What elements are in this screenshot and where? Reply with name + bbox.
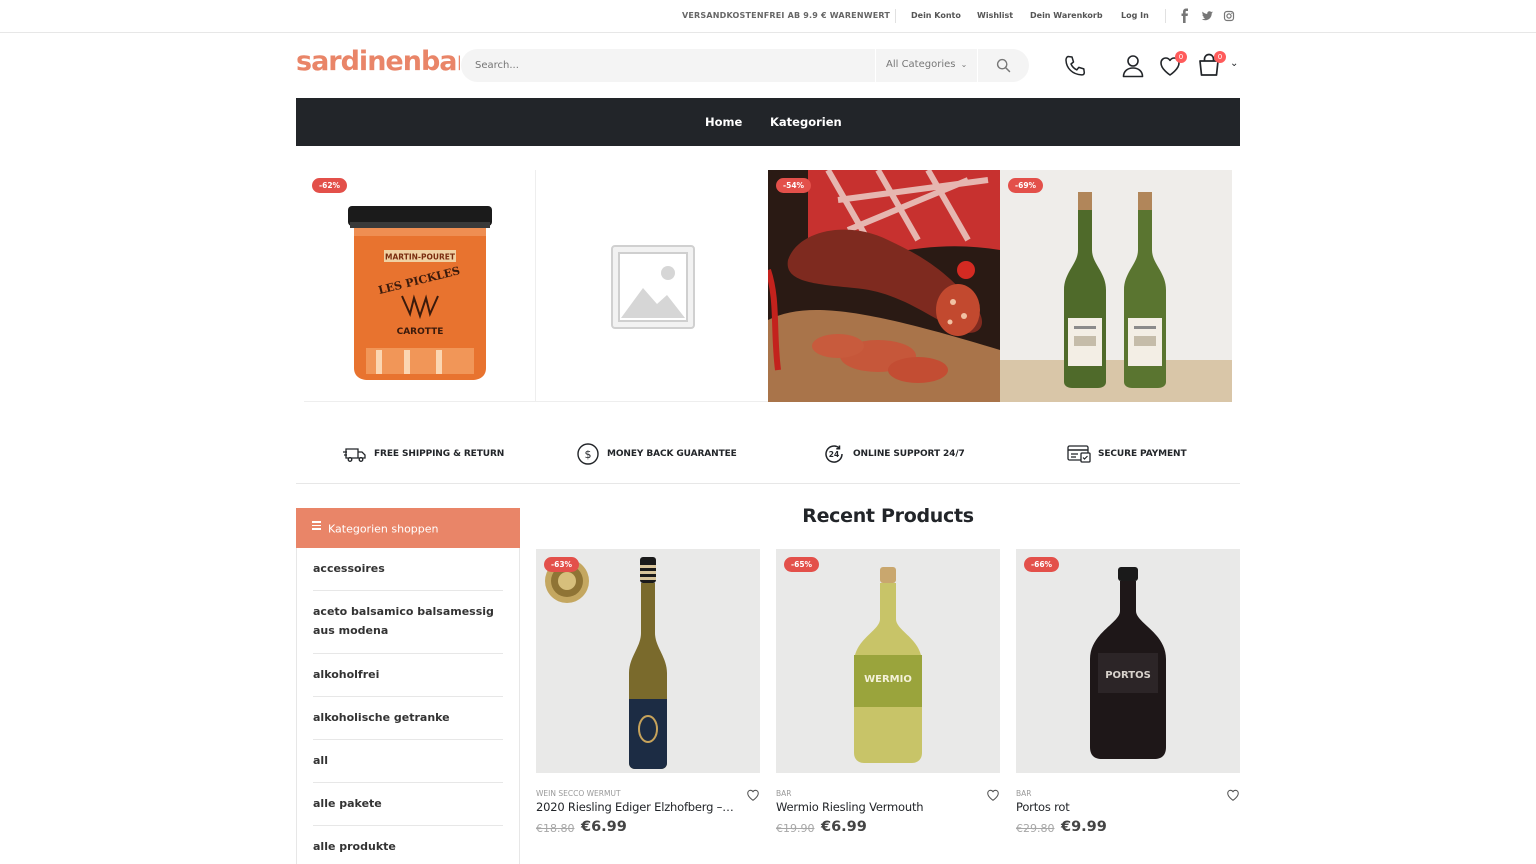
product-image[interactable]: WERMIO -65%: [776, 549, 1000, 773]
svg-text:$: $: [585, 448, 592, 461]
product-price: €9.99: [1061, 819, 1107, 835]
feature-secure-payment: SECURE PAYMENT: [1067, 442, 1187, 466]
heart-icon[interactable]: [1226, 787, 1240, 801]
category-item[interactable]: alkoholfrei: [313, 665, 503, 697]
recent-products-title: Recent Products: [802, 505, 974, 527]
category-menu-header[interactable]: Kategorien shoppen: [296, 508, 520, 548]
product-card[interactable]: WERMIO -65% BAR Wermio Riesling Vermouth…: [776, 549, 1000, 835]
portos-bottle-image: PORTOS: [1090, 567, 1166, 759]
product-old-price: €29.80: [1016, 822, 1055, 835]
chevron-down-icon: ⌄: [960, 60, 968, 69]
divider: [1165, 9, 1166, 23]
wishlist-link[interactable]: Wishlist: [977, 11, 1013, 20]
jar-variety-text: CAROTTE: [397, 327, 444, 337]
discount-badge: -54%: [776, 178, 812, 193]
hero-tile-placeholder[interactable]: [536, 170, 768, 402]
product-old-price: €19.90: [776, 822, 815, 835]
nav-home[interactable]: Home: [705, 115, 742, 129]
cart-link[interactable]: Dein Warenkorb: [1030, 11, 1103, 20]
product-card[interactable]: -63% WEIN SECCO WERMUT 2020 Riesling Edi…: [536, 549, 760, 835]
heart-icon[interactable]: [746, 787, 760, 801]
account-link[interactable]: Dein Konto: [911, 11, 961, 20]
discount-badge: -66%: [1024, 557, 1060, 572]
feature-label: MONEY BACK GUARANTEE: [607, 449, 737, 459]
discount-badge: -69%: [1008, 178, 1044, 193]
feature-free-shipping: FREE SHIPPING & RETURN: [343, 442, 504, 466]
jar-brand-text: MARTIN-POURET: [385, 253, 456, 262]
user-icon[interactable]: [1121, 53, 1145, 83]
category-item[interactable]: all: [313, 751, 503, 783]
search-button[interactable]: [977, 49, 1029, 82]
top-bar: VERSANDKOSTENFREI AB 9.9 € WARENWERT Dei…: [0, 0, 1536, 33]
product-name[interactable]: 2020 Riesling Ediger Elzhofberg – fei...: [536, 800, 736, 814]
hero-tile-pickles[interactable]: MARTIN-POURET LES PICKLES CAROTTE -62%: [304, 170, 536, 402]
discount-badge: -63%: [544, 557, 580, 572]
product-category[interactable]: BAR: [1016, 789, 1032, 798]
category-select[interactable]: All Categories ⌄: [875, 49, 977, 82]
search-bar: All Categories ⌄: [461, 49, 1029, 82]
menu-icon: [312, 521, 321, 532]
support-24-icon: 24: [825, 445, 843, 463]
features-bar: FREE SHIPPING & RETURN $ MONEY BACK GUAR…: [296, 430, 1240, 484]
search-icon: [996, 58, 1011, 73]
product-image[interactable]: -63%: [536, 549, 760, 773]
shipping-promo: VERSANDKOSTENFREI AB 9.9 € WARENWERT: [682, 11, 891, 20]
feature-label: ONLINE SUPPORT 24/7: [853, 449, 965, 459]
feature-money-back: $ MONEY BACK GUARANTEE: [576, 442, 737, 466]
category-item[interactable]: alle produkte: [313, 837, 503, 864]
product-name[interactable]: Wermio Riesling Vermouth: [776, 800, 976, 814]
hero-tile-sparkling[interactable]: -69%: [1000, 170, 1232, 402]
discount-badge: -62%: [312, 178, 348, 193]
category-item[interactable]: accessoires: [313, 559, 503, 591]
category-menu: accessoires aceto balsamico balsamessig …: [296, 548, 520, 864]
svg-text:24: 24: [829, 450, 839, 459]
cart-count-badge: 0: [1214, 51, 1226, 63]
product-category[interactable]: WEIN SECCO WERMUT: [536, 789, 621, 798]
product-price: €6.99: [821, 819, 867, 835]
facebook-icon[interactable]: [1178, 8, 1192, 24]
category-select-label: All Categories: [886, 59, 956, 70]
discount-badge: -65%: [784, 557, 820, 572]
wishlist-count-badge: 0: [1175, 51, 1187, 63]
main-nav: Home Kategorien: [296, 98, 1240, 146]
product-card[interactable]: PORTOS -66% BAR Portos rot €29.80 €9.99: [1016, 549, 1240, 835]
bottle-label-text: PORTOS: [1105, 670, 1151, 681]
hero-tile-chorizo[interactable]: -54%: [768, 170, 1000, 402]
card-payment-icon: [1067, 445, 1091, 463]
site-logo[interactable]: sardinenbar: [296, 46, 460, 77]
product-category[interactable]: BAR: [776, 789, 792, 798]
twitter-icon[interactable]: [1200, 8, 1214, 24]
dollar-circle-icon: $: [577, 443, 599, 465]
divider: [895, 9, 896, 23]
sparkling-wine-image: [1000, 170, 1232, 402]
chevron-down-icon[interactable]: ⌄: [1230, 58, 1238, 69]
product-old-price: €18.80: [536, 822, 575, 835]
category-item[interactable]: alkoholische getranke: [313, 708, 503, 740]
product-price: €6.99: [581, 819, 627, 835]
login-link[interactable]: Log In: [1121, 11, 1149, 20]
instagram-icon[interactable]: [1222, 8, 1236, 24]
category-item[interactable]: aceto balsamico balsamessig aus modena: [313, 602, 503, 654]
chorizo-image: [768, 170, 1000, 402]
product-name[interactable]: Portos rot: [1016, 800, 1216, 814]
truck-icon: [343, 448, 366, 462]
feature-online-support: 24 ONLINE SUPPORT 24/7: [822, 442, 965, 466]
heart-icon[interactable]: [986, 787, 1000, 801]
category-item[interactable]: alle pakete: [313, 794, 503, 826]
category-menu-title: Kategorien shoppen: [328, 522, 439, 536]
feature-label: FREE SHIPPING & RETURN: [374, 449, 505, 459]
feature-label: SECURE PAYMENT: [1098, 449, 1187, 459]
pickles-jar-image: MARTIN-POURET LES PICKLES CAROTTE: [348, 206, 492, 380]
wermio-bottle-image: WERMIO: [854, 567, 922, 763]
nav-kategorien[interactable]: Kategorien: [770, 115, 842, 129]
bottle-label-text: WERMIO: [864, 674, 912, 685]
placeholder-image-icon: [611, 245, 695, 329]
product-image[interactable]: PORTOS -66%: [1016, 549, 1240, 773]
riesling-bottle-image: [545, 557, 667, 769]
phone-icon[interactable]: [1062, 53, 1088, 83]
search-input[interactable]: [461, 49, 875, 82]
